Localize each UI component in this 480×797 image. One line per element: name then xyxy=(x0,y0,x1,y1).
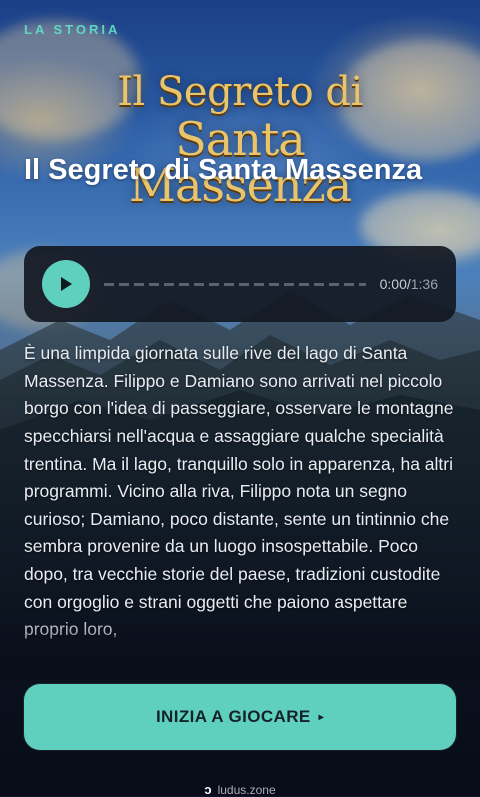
current-time: 0:00 xyxy=(379,276,407,292)
section-eyebrow: LA STORIA xyxy=(24,22,121,37)
text-fade xyxy=(0,610,480,680)
audio-player: 0:00/1:36 xyxy=(24,246,456,322)
brand-logo-icon: ↄ xyxy=(204,782,212,797)
audio-time: 0:00/1:36 xyxy=(380,276,438,292)
play-button[interactable] xyxy=(42,260,90,308)
audio-progress-track[interactable] xyxy=(104,282,366,286)
story-title: Il Segreto di Santa Massenza xyxy=(24,154,423,186)
play-icon xyxy=(61,277,72,291)
logo-line-1: Il Segreto di xyxy=(117,69,363,115)
brand-name: ludus.zone xyxy=(217,783,276,797)
total-time: 1:36 xyxy=(410,276,438,292)
start-game-label: INIZIA A GIOCARE xyxy=(155,707,311,726)
arrow-right-icon: ▸ xyxy=(318,711,325,723)
start-game-button[interactable]: INIZIA A GIOCARE ▸ xyxy=(24,684,456,750)
story-text: È una limpida giornata sulle rive del la… xyxy=(24,343,454,639)
footer-brand: ↄ ludus.zone xyxy=(0,782,480,797)
